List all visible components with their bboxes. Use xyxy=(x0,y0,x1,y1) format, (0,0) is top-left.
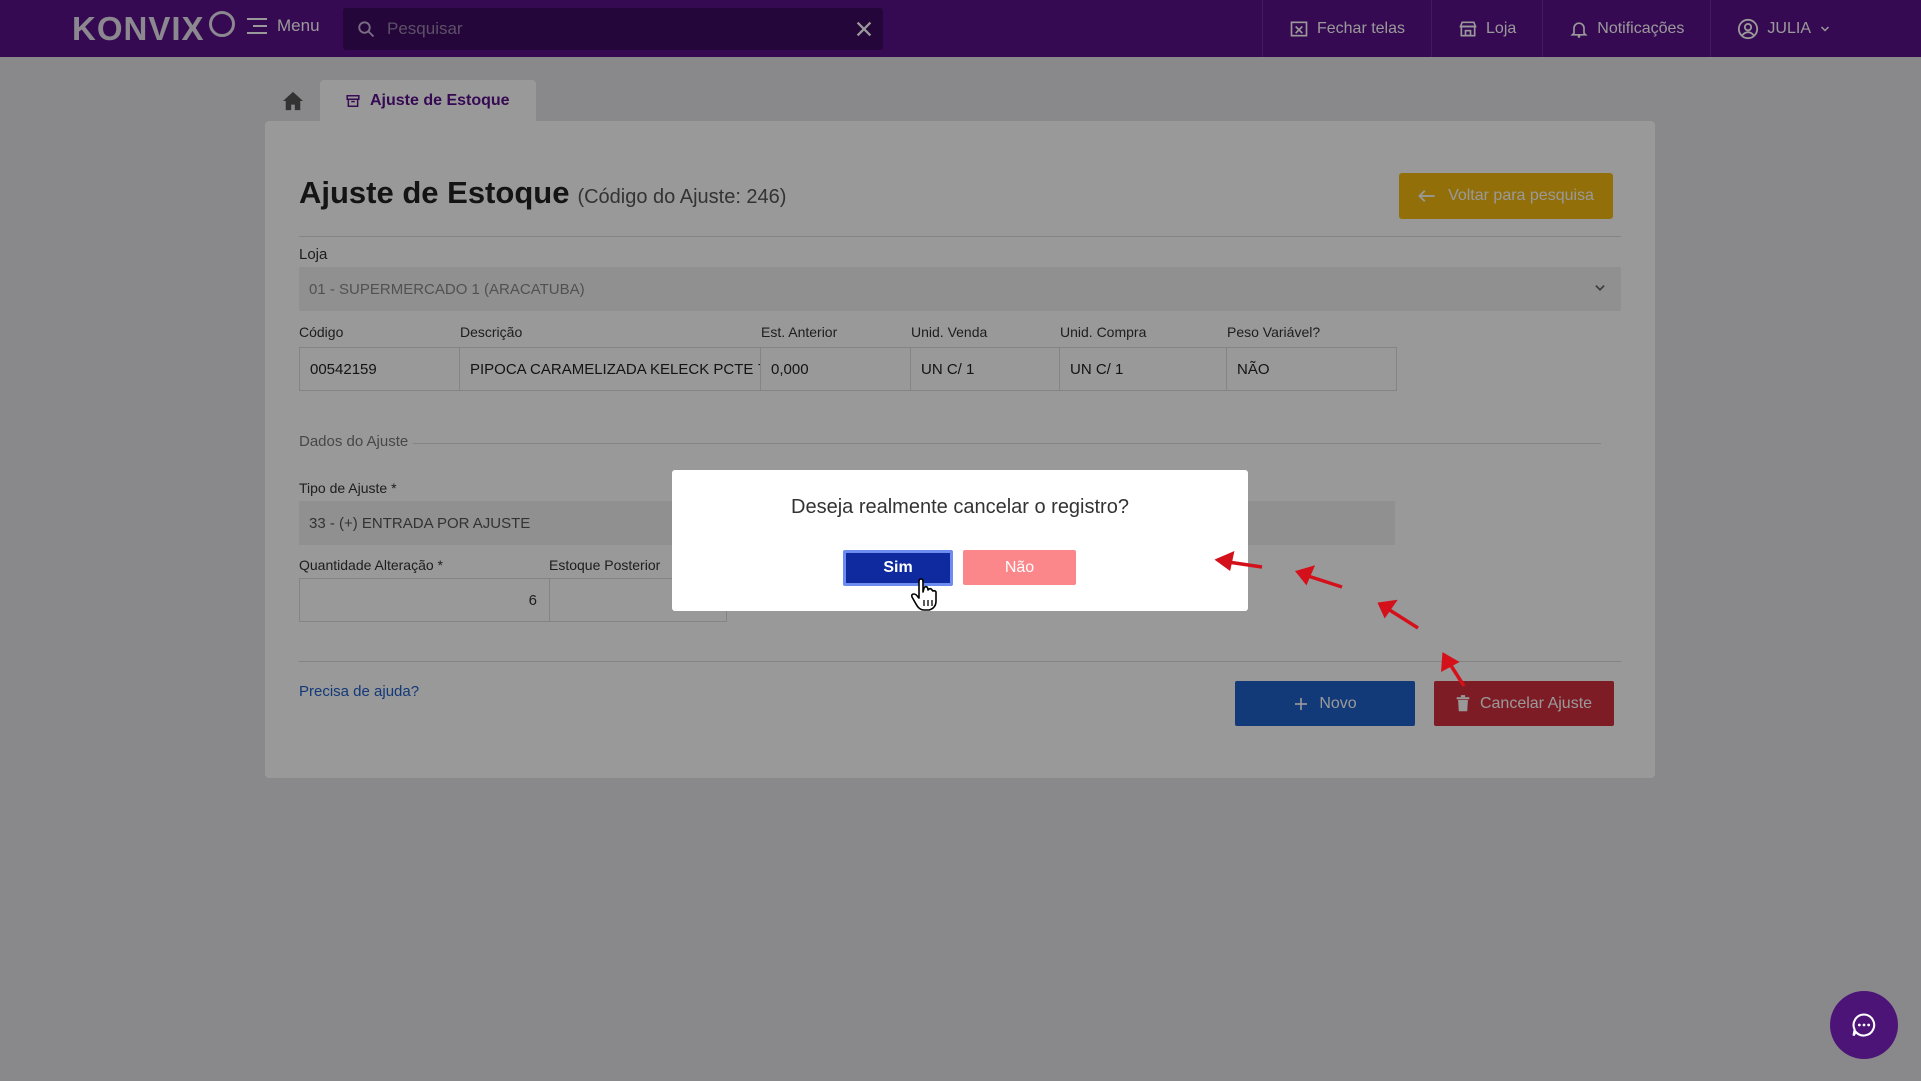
chat-icon xyxy=(1852,1013,1876,1037)
annotation-arrows xyxy=(1214,551,1466,687)
annotation-arrow xyxy=(1294,565,1343,589)
confirm-question: Deseja realmente cancelar o registro? xyxy=(791,496,1129,518)
annotation-arrow xyxy=(1214,551,1263,571)
annotation-arrow xyxy=(1377,599,1419,630)
confirm-dialog: Deseja realmente cancelar o registro? Si… xyxy=(672,470,1248,611)
chat-button[interactable] xyxy=(1830,991,1898,1059)
annotation-arrow xyxy=(1441,652,1466,687)
hand-cursor-icon xyxy=(910,578,937,611)
confirm-no-button[interactable]: Não xyxy=(963,550,1076,585)
